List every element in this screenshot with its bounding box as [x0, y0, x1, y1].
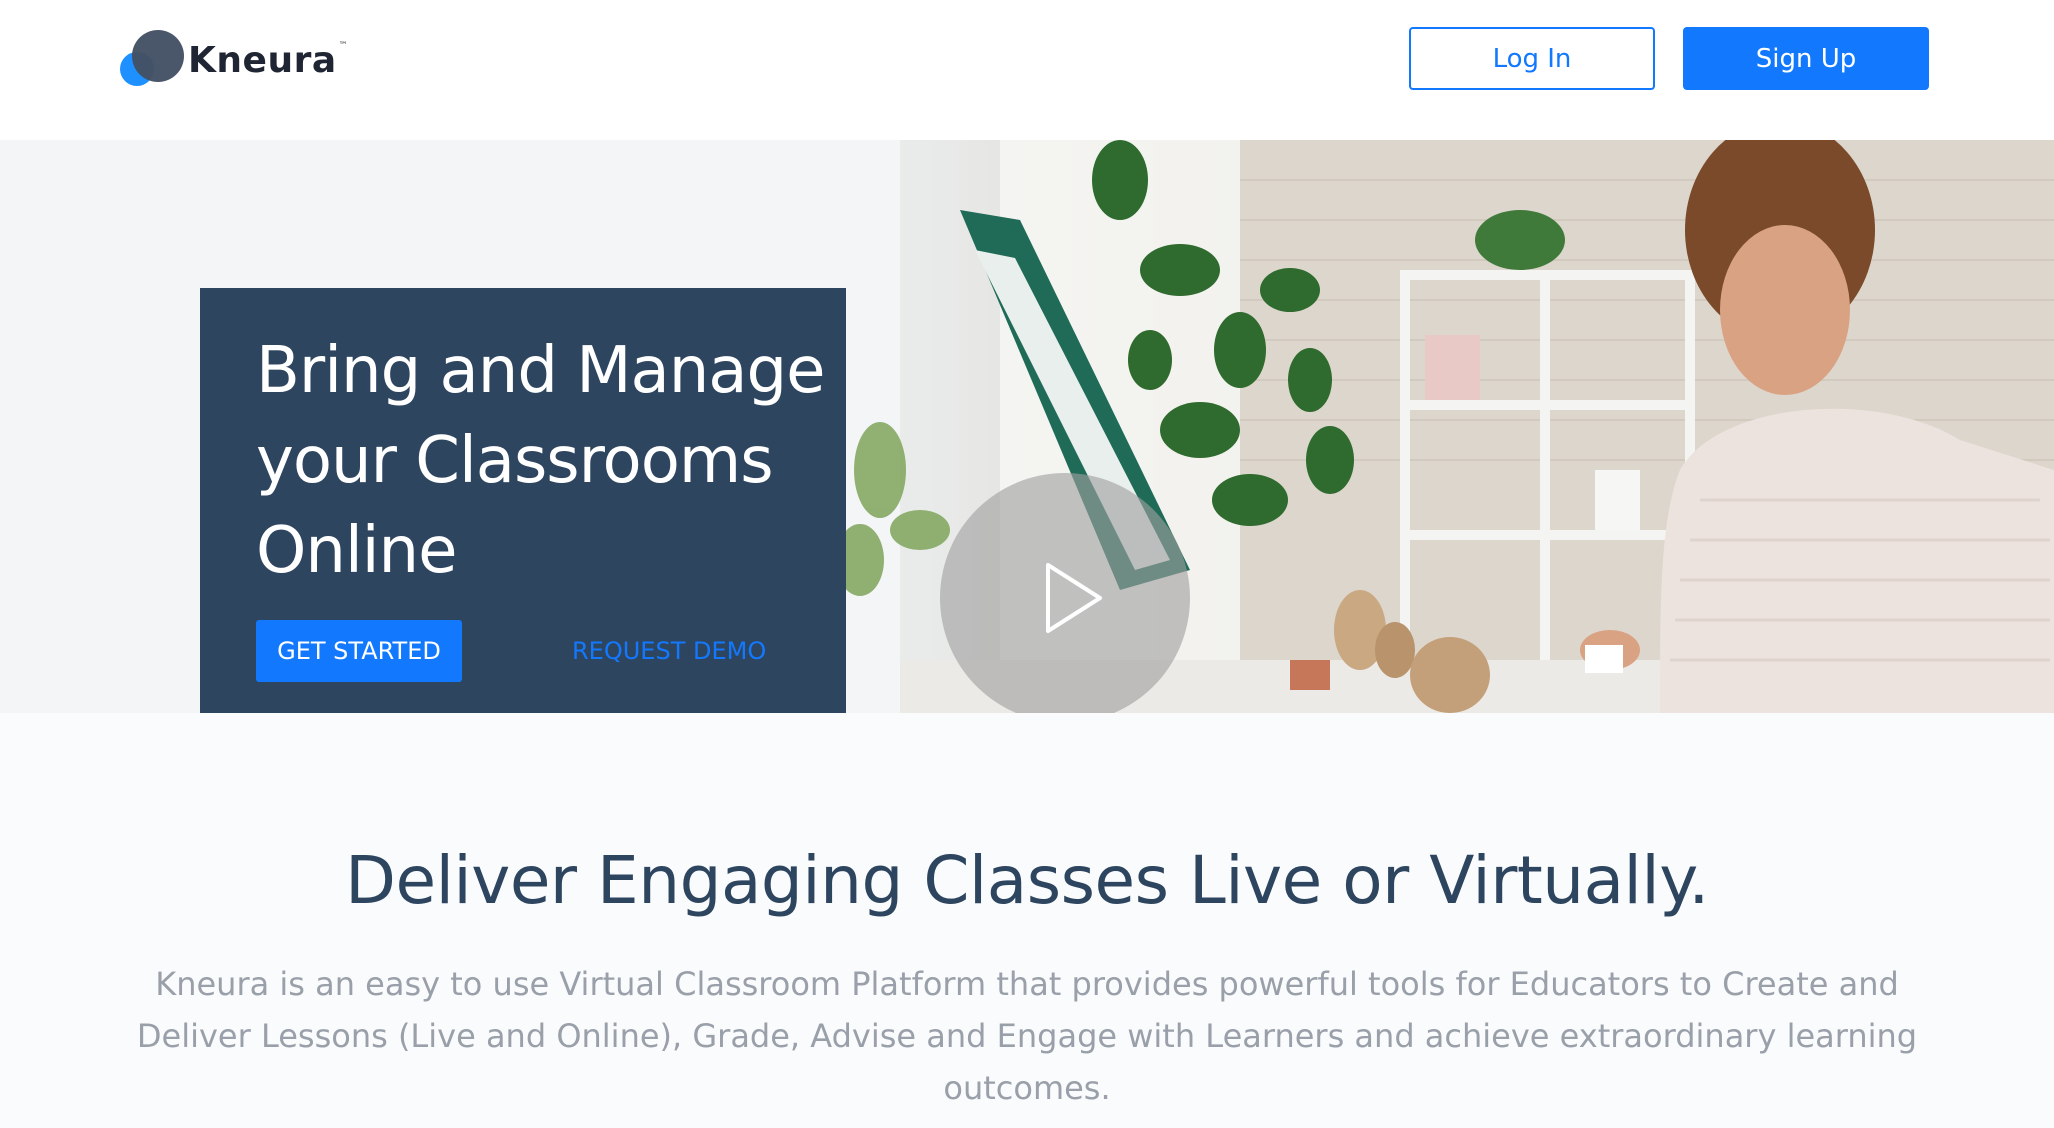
signup-button[interactable]: Sign Up: [1683, 27, 1929, 90]
logo-trademark: ™: [338, 41, 348, 51]
request-demo-link[interactable]: REQUEST DEMO: [572, 620, 766, 682]
logo-text: Kneura: [188, 39, 337, 81]
site-header: Kneura ™ Log In Sign Up: [0, 0, 2054, 140]
play-video-button[interactable]: [940, 473, 1190, 713]
logo-mark-icon: [120, 30, 186, 90]
hero-title: Bring and Manage your Classrooms Online: [256, 334, 826, 588]
login-button[interactable]: Log In: [1409, 27, 1655, 90]
intro-heading: Deliver Engaging Classes Live or Virtual…: [345, 842, 1709, 919]
hero-card: Bring and Manage your Classrooms Online …: [200, 288, 846, 713]
get-started-button[interactable]: GET STARTED: [256, 620, 462, 682]
hero-banner: Bring and Manage your Classrooms Online …: [0, 140, 2054, 713]
play-icon: [1046, 563, 1102, 633]
brand-logo[interactable]: Kneura ™: [120, 30, 348, 90]
intro-description: Kneura is an easy to use Virtual Classro…: [136, 965, 1918, 1107]
